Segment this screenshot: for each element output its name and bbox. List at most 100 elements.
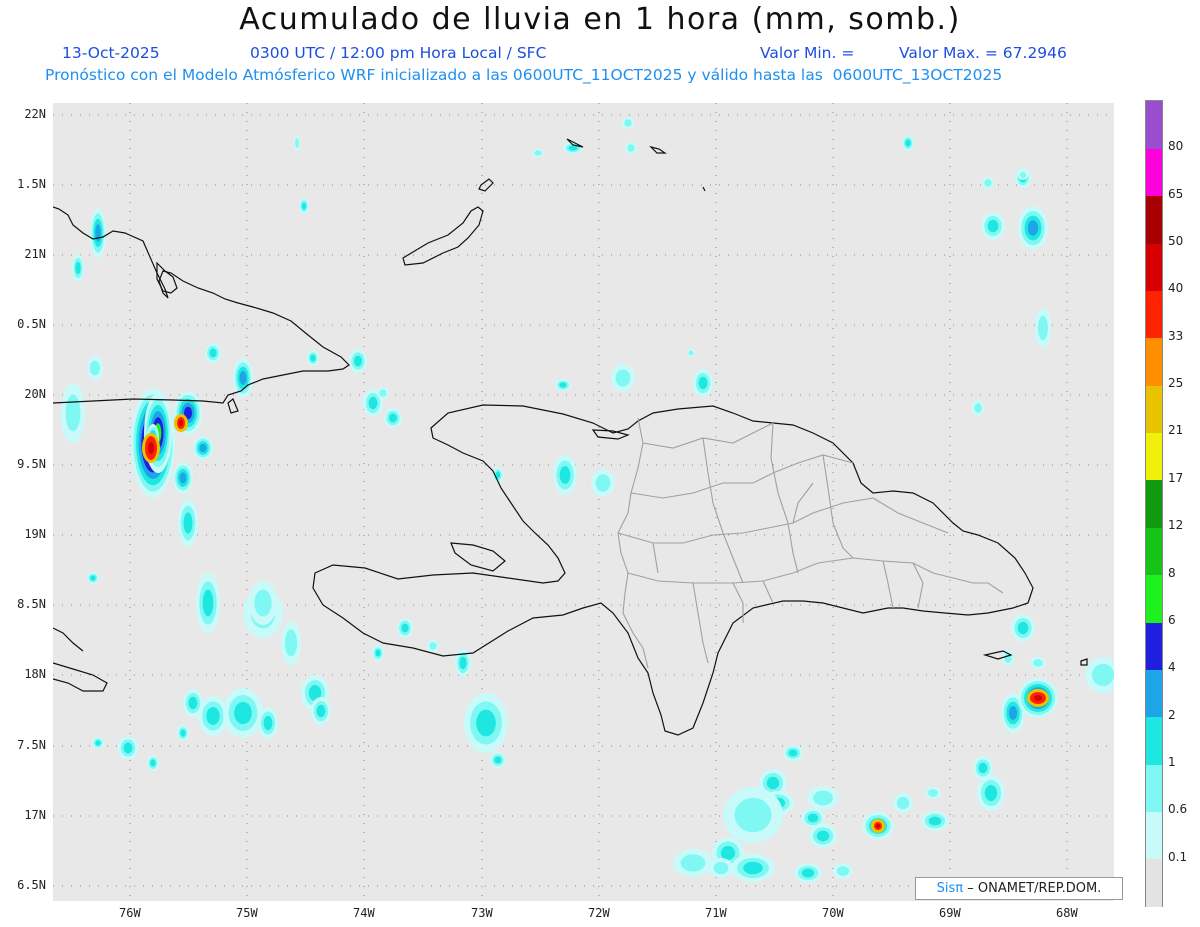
lon-tick-label: 71W [705, 906, 727, 920]
legend-swatch [1146, 243, 1162, 292]
rain-cell [239, 371, 247, 385]
lat-tick-label: 0.5N [17, 317, 46, 331]
rain-cell [263, 715, 273, 731]
rain-cell [984, 179, 992, 187]
lat-tick-label: 7.5N [17, 738, 46, 752]
lat-tick-label: 1.5N [17, 177, 46, 191]
rain-cell [624, 119, 632, 127]
legend-level-label: 33 [1168, 328, 1184, 343]
rain-cell [680, 854, 706, 872]
legend-level-label: 21 [1168, 423, 1184, 438]
rain-cell [65, 394, 81, 432]
rain-cell [1008, 706, 1018, 720]
credit-box: Sisπ – ONAMET/REP.DOM. [915, 877, 1123, 900]
rain-cell [1019, 171, 1027, 179]
rain-cell [150, 759, 156, 767]
rain-cell [928, 816, 942, 826]
rain-cell [1034, 695, 1042, 701]
rain-cell [179, 420, 183, 426]
rain-cell [974, 403, 982, 413]
rain-cell [816, 830, 830, 842]
coastlines [53, 138, 1088, 736]
rain-cell [316, 704, 326, 718]
legend-level-label: 65 [1168, 186, 1184, 201]
province-borders [617, 417, 1004, 669]
rain-cell [95, 224, 101, 242]
rain-cell [928, 789, 938, 797]
rain-cell [429, 642, 437, 650]
legend-swatch [1146, 527, 1162, 576]
rain-cell [801, 868, 815, 878]
map-canvas [53, 103, 1114, 901]
legend-swatch [1146, 858, 1162, 907]
legend-level-label: 50 [1168, 234, 1184, 249]
legend-swatch [1146, 385, 1162, 434]
legend-swatch [1146, 432, 1162, 481]
legend-swatch [1146, 811, 1162, 860]
rain-cell [301, 202, 307, 210]
rain-cell [295, 138, 299, 148]
legend-level-label: 2 [1168, 707, 1176, 722]
legend-swatch [1146, 290, 1162, 339]
rain-cell [734, 797, 772, 833]
rain-cell [95, 740, 101, 746]
rain-cell [310, 354, 316, 362]
lat-tick-label: 6.5N [17, 878, 46, 892]
rain-cell [209, 348, 217, 358]
rain-cell [148, 442, 154, 454]
lon-tick-label: 68W [1056, 906, 1078, 920]
rain-cell [987, 219, 999, 233]
rain-cell [199, 443, 207, 453]
legend-level-label: 17 [1168, 470, 1184, 485]
legend-level-label: 40 [1168, 281, 1184, 296]
credit-brand: Sisπ [936, 881, 964, 896]
rain-cell [401, 623, 409, 633]
legend-level-label: 4 [1168, 660, 1176, 675]
lat-tick-label: 8.5N [17, 597, 46, 611]
legend-level-label: 12 [1168, 518, 1184, 533]
rain-cell [1027, 220, 1039, 236]
lat-tick-label: 18N [24, 667, 46, 681]
rain-cell [896, 796, 910, 810]
legend-swatch [1146, 337, 1162, 386]
rain-cell [534, 150, 542, 156]
rain-cell [698, 376, 708, 390]
rain-cell [836, 866, 850, 876]
rain-cell [1038, 315, 1048, 341]
lat-tick-label: 9.5N [17, 457, 46, 471]
rain-cell [188, 696, 198, 710]
rain-cell [379, 389, 387, 397]
rain-cell [688, 350, 694, 356]
rain-cell [206, 707, 220, 725]
lon-tick-label: 76W [119, 906, 141, 920]
legend-colorbar [1145, 100, 1163, 907]
lon-tick-label: 70W [822, 906, 844, 920]
rain-cell [389, 413, 397, 423]
rainfall-shading [61, 117, 1114, 883]
rain-cell [202, 589, 214, 617]
rain-cell [595, 474, 611, 492]
rain-cell [459, 656, 467, 670]
legend-swatch [1146, 574, 1162, 623]
rain-cell [876, 824, 880, 828]
legend-level-label: 0.6 [1168, 802, 1188, 817]
rain-cell [284, 629, 298, 657]
rain-cell [713, 861, 729, 875]
rain-cell [627, 144, 635, 152]
forecast-time: 0300 UTC / 12:00 pm Hora Local / SFC [250, 44, 547, 62]
legend-level-label: 8 [1168, 565, 1176, 580]
rain-cell [720, 845, 736, 861]
legend-level-label: 1 [1168, 754, 1176, 769]
rain-cell [807, 813, 819, 823]
rain-cell [984, 785, 998, 801]
rain-cell [179, 472, 187, 484]
rain-cell [905, 139, 911, 147]
legend-level-label: 80 [1168, 139, 1184, 154]
rain-cell [1091, 663, 1114, 687]
rain-cell [615, 369, 631, 387]
legend-swatch [1146, 763, 1162, 812]
forecast-date: 13-Oct-2025 [62, 44, 160, 62]
rain-cell [559, 382, 567, 388]
lon-tick-label: 73W [471, 906, 493, 920]
lon-tick-label: 74W [353, 906, 375, 920]
